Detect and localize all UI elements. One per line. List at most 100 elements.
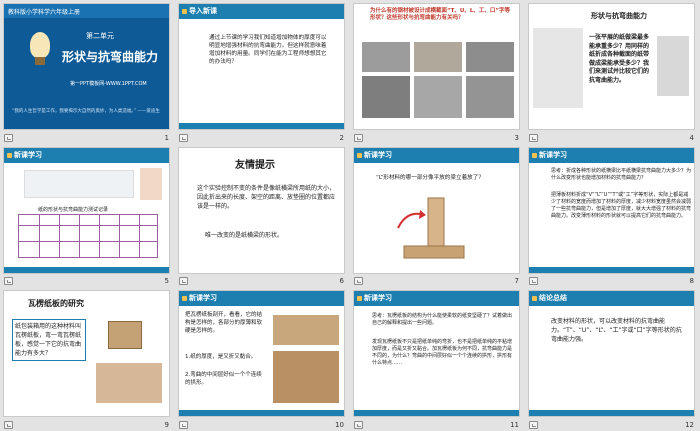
slide-thumbnail[interactable]: 新课学习 思考：折成各种形状的纸横梁比平纸横梁抗弯曲能力大多少？为什么改变形状也… — [525, 144, 700, 288]
slide-transition-icon — [529, 133, 538, 142]
slide-transition-icon — [354, 420, 363, 429]
slide-quote: “我的人生哲学是工作，我要揭示大自然的奥妙，为人类造福。” ——爱迪生 — [12, 109, 160, 114]
section-tag: 导入新课 — [189, 7, 217, 15]
slide-thumbnail[interactable]: 新课学习 “L”形材料的哪一部分像平放的梁立着放了？ 7 — [350, 144, 525, 288]
bullet-icon — [7, 152, 12, 158]
slide-header: 新课学习 — [529, 147, 694, 163]
slide-thumbnail[interactable]: 导入新课 通过上节课的学习我们知道增加物体的厚度可以明显地增强材料的抗弯曲能力。… — [175, 0, 350, 144]
slide-body-3: 2.弯曲的中间层好似一个个连续的拱形。 — [185, 372, 262, 387]
slide-body: 纸包装箱用的这种材料叫瓦楞纸板，弯一弯瓦楞纸板，感觉一下它的抗弯曲能力有多大？ — [12, 319, 86, 362]
slide-transition-icon — [179, 420, 188, 429]
section-tag: 新课学习 — [539, 150, 567, 159]
slide-header: 新课学习 — [354, 291, 519, 307]
paper-folding-photo — [657, 36, 689, 96]
slide-transition-icon — [4, 133, 13, 142]
slide-title: 瓦楞纸板的研究 — [28, 299, 84, 309]
slide-body-2: 1.纸的厚度，是又折又黏合。 — [185, 354, 257, 361]
slide-canvas: 新课学习 纸的形状与抗弯曲能力测试记录 — [3, 146, 170, 274]
slide-topbar: 教科版小学科学六年级上册 — [4, 4, 169, 18]
bullet-icon — [357, 296, 362, 302]
slide-body: 把瓦楞纸板剖开，看看，它的结构是怎样的，各部分的厚薄和软硬是怎样的。 — [185, 312, 263, 335]
slide-footer-strip — [179, 123, 344, 129]
slide-header: 新课学习 — [4, 147, 169, 163]
slide-number: 1 — [164, 133, 169, 142]
slide-canvas: 瓦楞纸板的研究 纸包装箱用的这种材料叫瓦楞纸板，弯一弯瓦楞纸板，感觉一下它的抗弯… — [3, 290, 170, 418]
slide-thumbnail[interactable]: 友情提示 这个实验控制不变的条件是像纸横梁所用纸的大小，因此折出来的长度、架空的… — [175, 144, 350, 288]
slide-number: 11 — [510, 420, 519, 429]
slide-number: 12 — [685, 420, 694, 429]
slide-body: 这个实验控制不变的条件是像纸横梁所用纸的大小，因此折出来的长度、架空的距离、放垫… — [197, 184, 336, 210]
slide-canvas: 新课学习 思考：瓦楞纸板的结构为什么能使柔软的纸变坚硬了？试着做出自己的解释和提… — [353, 290, 520, 418]
slide-header: 导入新课 — [179, 4, 344, 19]
slide-footer-strip — [529, 410, 694, 417]
slide-canvas: 结论总结 改变材料的形状，可以改变材料的抗弯曲能力。“T”、“U”、“L”、“工… — [528, 290, 695, 418]
steel-beam-photo — [362, 76, 410, 118]
table-title: 纸的形状与抗弯曲能力测试记录 — [38, 206, 109, 213]
lightbulb-icon — [30, 32, 50, 58]
slide-header: 结论总结 — [529, 291, 694, 307]
slide-title: 友情提示 — [235, 159, 275, 171]
slide-transition-icon — [354, 133, 363, 142]
slide-thumbnail[interactable]: 新课学习 思考：瓦楞纸板的结构为什么能使柔软的纸变坚硬了？试着做出自己的解释和提… — [350, 287, 525, 431]
slide-canvas: 教科版小学科学六年级上册 第二单元 形状与抗弯曲能力 第一PPT模板网-WWW.… — [3, 3, 170, 130]
corrugated-cross-section-photo — [273, 315, 339, 346]
slide-number: 3 — [514, 133, 519, 142]
slide-thumbnail[interactable]: 新课学习 纸的形状与抗弯曲能力测试记录 5 — [0, 144, 175, 288]
slide-body-2: 发现瓦楞纸板不只是把纸单纯的弯折，也不是把纸单纯的平粘增加厚度，而是又折又黏合。… — [372, 339, 513, 367]
slide-body: 思考：折成各种形状的纸横梁比平纸横梁抗弯曲能力大多少？为什么改变形状也能增加材料… — [551, 167, 692, 181]
steel-beam-photo — [362, 42, 410, 72]
slide-transition-icon — [529, 420, 538, 429]
section-tag: 新课学习 — [364, 150, 392, 159]
steel-beam-photo — [414, 42, 462, 72]
slide-number: 7 — [514, 277, 519, 286]
slide-footer-strip — [4, 266, 169, 273]
slide-transition-icon — [4, 420, 13, 429]
cardboard-box-photo — [108, 321, 142, 350]
steel-beam-photo — [466, 76, 514, 118]
slide-number: 6 — [339, 277, 344, 286]
slide-thumbnail[interactable]: 新课学习 把瓦楞纸板剖开，看看，它的结构是怎样的，各部分的厚薄和软硬是怎样的。 … — [175, 287, 350, 431]
bullet-icon — [182, 296, 187, 302]
paper-photo — [533, 28, 583, 108]
slide-title: 为什么有的钢材被设计成横截面“T、U、L、工、口”字等形状？这些形状与抗弯曲能力… — [370, 8, 510, 21]
slide-number: 9 — [164, 420, 169, 429]
slide-body: 思考：瓦楞纸板的结构为什么能使柔软的纸变坚硬了？试着做出自己的解释和提出一些问题… — [372, 313, 513, 327]
slide-transition-icon — [529, 277, 538, 286]
slide-canvas: 为什么有的钢材被设计成横截面“T、U、L、工、口”字等形状？这些形状与抗弯曲能力… — [353, 3, 520, 130]
slide-thumbnail[interactable]: 形状与抗弯曲能力 一张平展的纸做梁最多能承重多少？用同样的纸折成各种截面的纸带做… — [525, 0, 700, 144]
slide-transition-icon — [179, 277, 188, 286]
slide-thumbnail[interactable]: 教科版小学科学六年级上册 第二单元 形状与抗弯曲能力 第一PPT模板网-WWW.… — [0, 0, 175, 144]
slide-footer-strip — [179, 410, 344, 417]
section-tag: 新课学习 — [364, 294, 392, 303]
slide-canvas: 新课学习 把瓦楞纸板剖开，看看，它的结构是怎样的，各部分的厚薄和软硬是怎样的。 … — [178, 290, 345, 418]
slide-number: 5 — [164, 277, 169, 286]
slide-canvas: 形状与抗弯曲能力 一张平展的纸做梁最多能承重多少？用同样的纸折成各种截面的纸带做… — [528, 3, 695, 130]
student-illustration — [140, 167, 162, 200]
bullet-icon — [532, 296, 537, 302]
slide-canvas: 友情提示 这个实验控制不变的条件是像纸横梁所用纸的大小，因此折出来的长度、架空的… — [178, 146, 345, 274]
slide-question: “L”形材料的哪一部分像平放的梁立着放了？ — [376, 174, 484, 181]
hands-corrugated-photo — [96, 363, 162, 404]
slide-title: 形状与抗弯曲能力 — [62, 50, 159, 64]
slide-number: 4 — [689, 133, 694, 142]
slide-body: 一张平展的纸做梁最多能承重多少？用同样的纸折成各种截面的纸带做成梁能承受多少？我… — [589, 34, 650, 84]
slide-canvas: 新课学习 “L”形材料的哪一部分像平放的梁立着放了？ — [353, 146, 520, 274]
slide-url: 第一PPT模板网-WWW.1PPT.COM — [70, 81, 147, 87]
slide-body: 改变材料的形状，可以改变材料的抗弯曲能力。“T”、“U”、“L”、“工”字或“口… — [551, 318, 682, 344]
slide-number: 2 — [339, 133, 344, 142]
slide-footer-strip — [354, 410, 519, 417]
slide-transition-icon — [4, 277, 13, 286]
slide-canvas: 导入新课 通过上节课的学习我们知道增加物体的厚度可以明显地增强材料的抗弯曲能力。… — [178, 3, 345, 130]
slide-thumbnail[interactable]: 为什么有的钢材被设计成横截面“T、U、L、工、口”字等形状？这些形状与抗弯曲能力… — [350, 0, 525, 144]
slide-body-2: 唯一改变的是纸横梁的形状。 — [205, 231, 284, 239]
slide-transition-icon — [179, 133, 188, 142]
slide-thumbnail[interactable]: 瓦楞纸板的研究 纸包装箱用的这种材料叫瓦楞纸板，弯一弯瓦楞纸板，感觉一下它的抗弯… — [0, 287, 175, 431]
section-tag: 新课学习 — [14, 150, 42, 159]
unit-label: 第二单元 — [86, 32, 114, 40]
l-beam-diagram — [397, 197, 465, 259]
slide-number: 10 — [335, 420, 344, 429]
record-table — [18, 213, 158, 258]
slide-header: 新课学习 — [354, 147, 519, 163]
slide-sorter-grid: 教科版小学科学六年级上册 第二单元 形状与抗弯曲能力 第一PPT模板网-WWW.… — [0, 0, 700, 431]
slide-thumbnail[interactable]: 结论总结 改变材料的形状，可以改变材料的抗弯曲能力。“T”、“U”、“L”、“工… — [525, 287, 700, 431]
